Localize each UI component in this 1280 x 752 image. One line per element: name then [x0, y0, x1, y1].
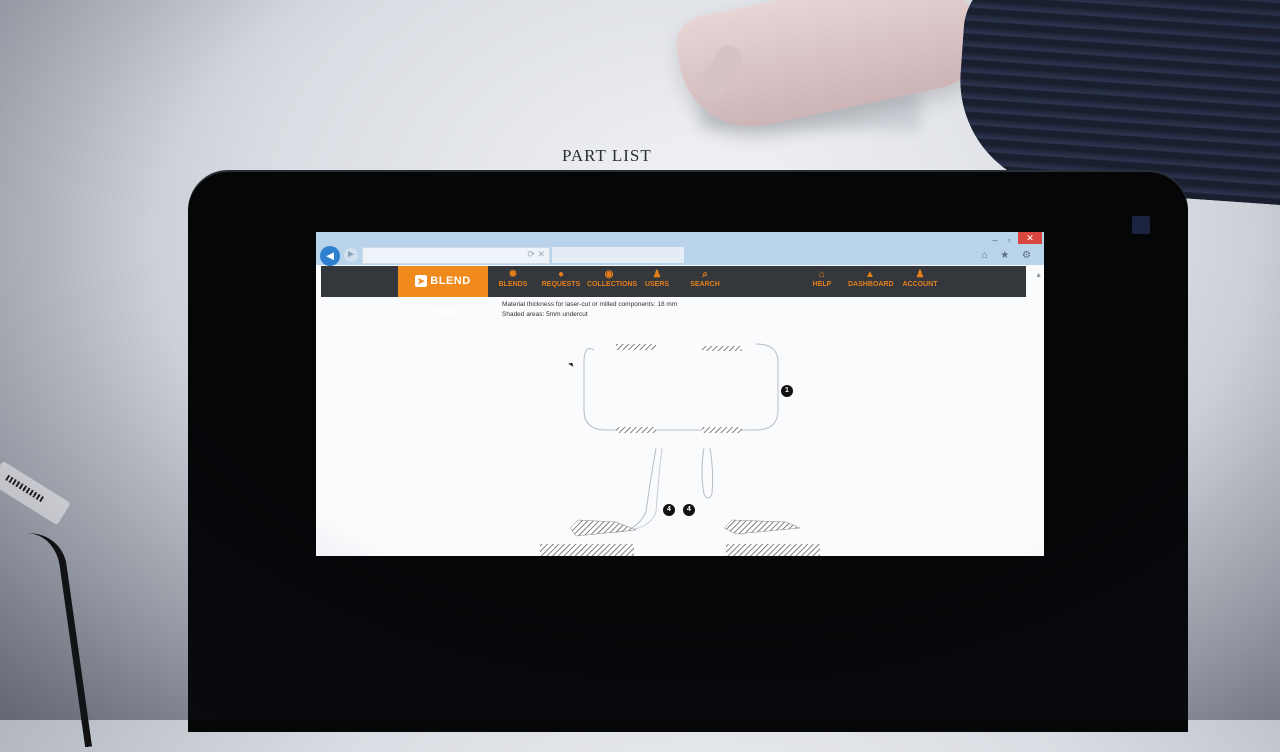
hatch-bottom-left	[616, 427, 656, 433]
callout-4a: 4	[663, 504, 675, 516]
laptop: ◄ ► ⟳ ✕ ‒ ▫ ✕ ⌂ ★ ⚙ ➤ BLEND SWAP ✹ BLENDS…	[188, 172, 1188, 732]
hatch-bottom-right	[702, 427, 742, 433]
callout-1: 1	[781, 385, 793, 397]
seat-frame	[583, 343, 779, 431]
callout-4b: 4	[683, 504, 695, 516]
hatch-top-left	[616, 344, 656, 350]
screen: ◄ ► ⟳ ✕ ‒ ▫ ✕ ⌂ ★ ⚙ ➤ BLEND SWAP ✹ BLENDS…	[316, 232, 1044, 556]
base-left	[540, 544, 634, 556]
hatch-top-right	[702, 346, 742, 351]
base-right	[726, 544, 820, 556]
leg-right	[701, 447, 714, 499]
foot-right	[723, 519, 801, 535]
cable-tag	[0, 460, 71, 526]
cable	[24, 528, 93, 752]
leg-left-inner	[627, 447, 663, 531]
leg-left	[571, 447, 657, 533]
webcam-icon	[1132, 216, 1150, 234]
foot-left	[569, 519, 637, 537]
wall-label: PART LIST	[562, 146, 652, 165]
part-drawing	[540, 343, 820, 556]
